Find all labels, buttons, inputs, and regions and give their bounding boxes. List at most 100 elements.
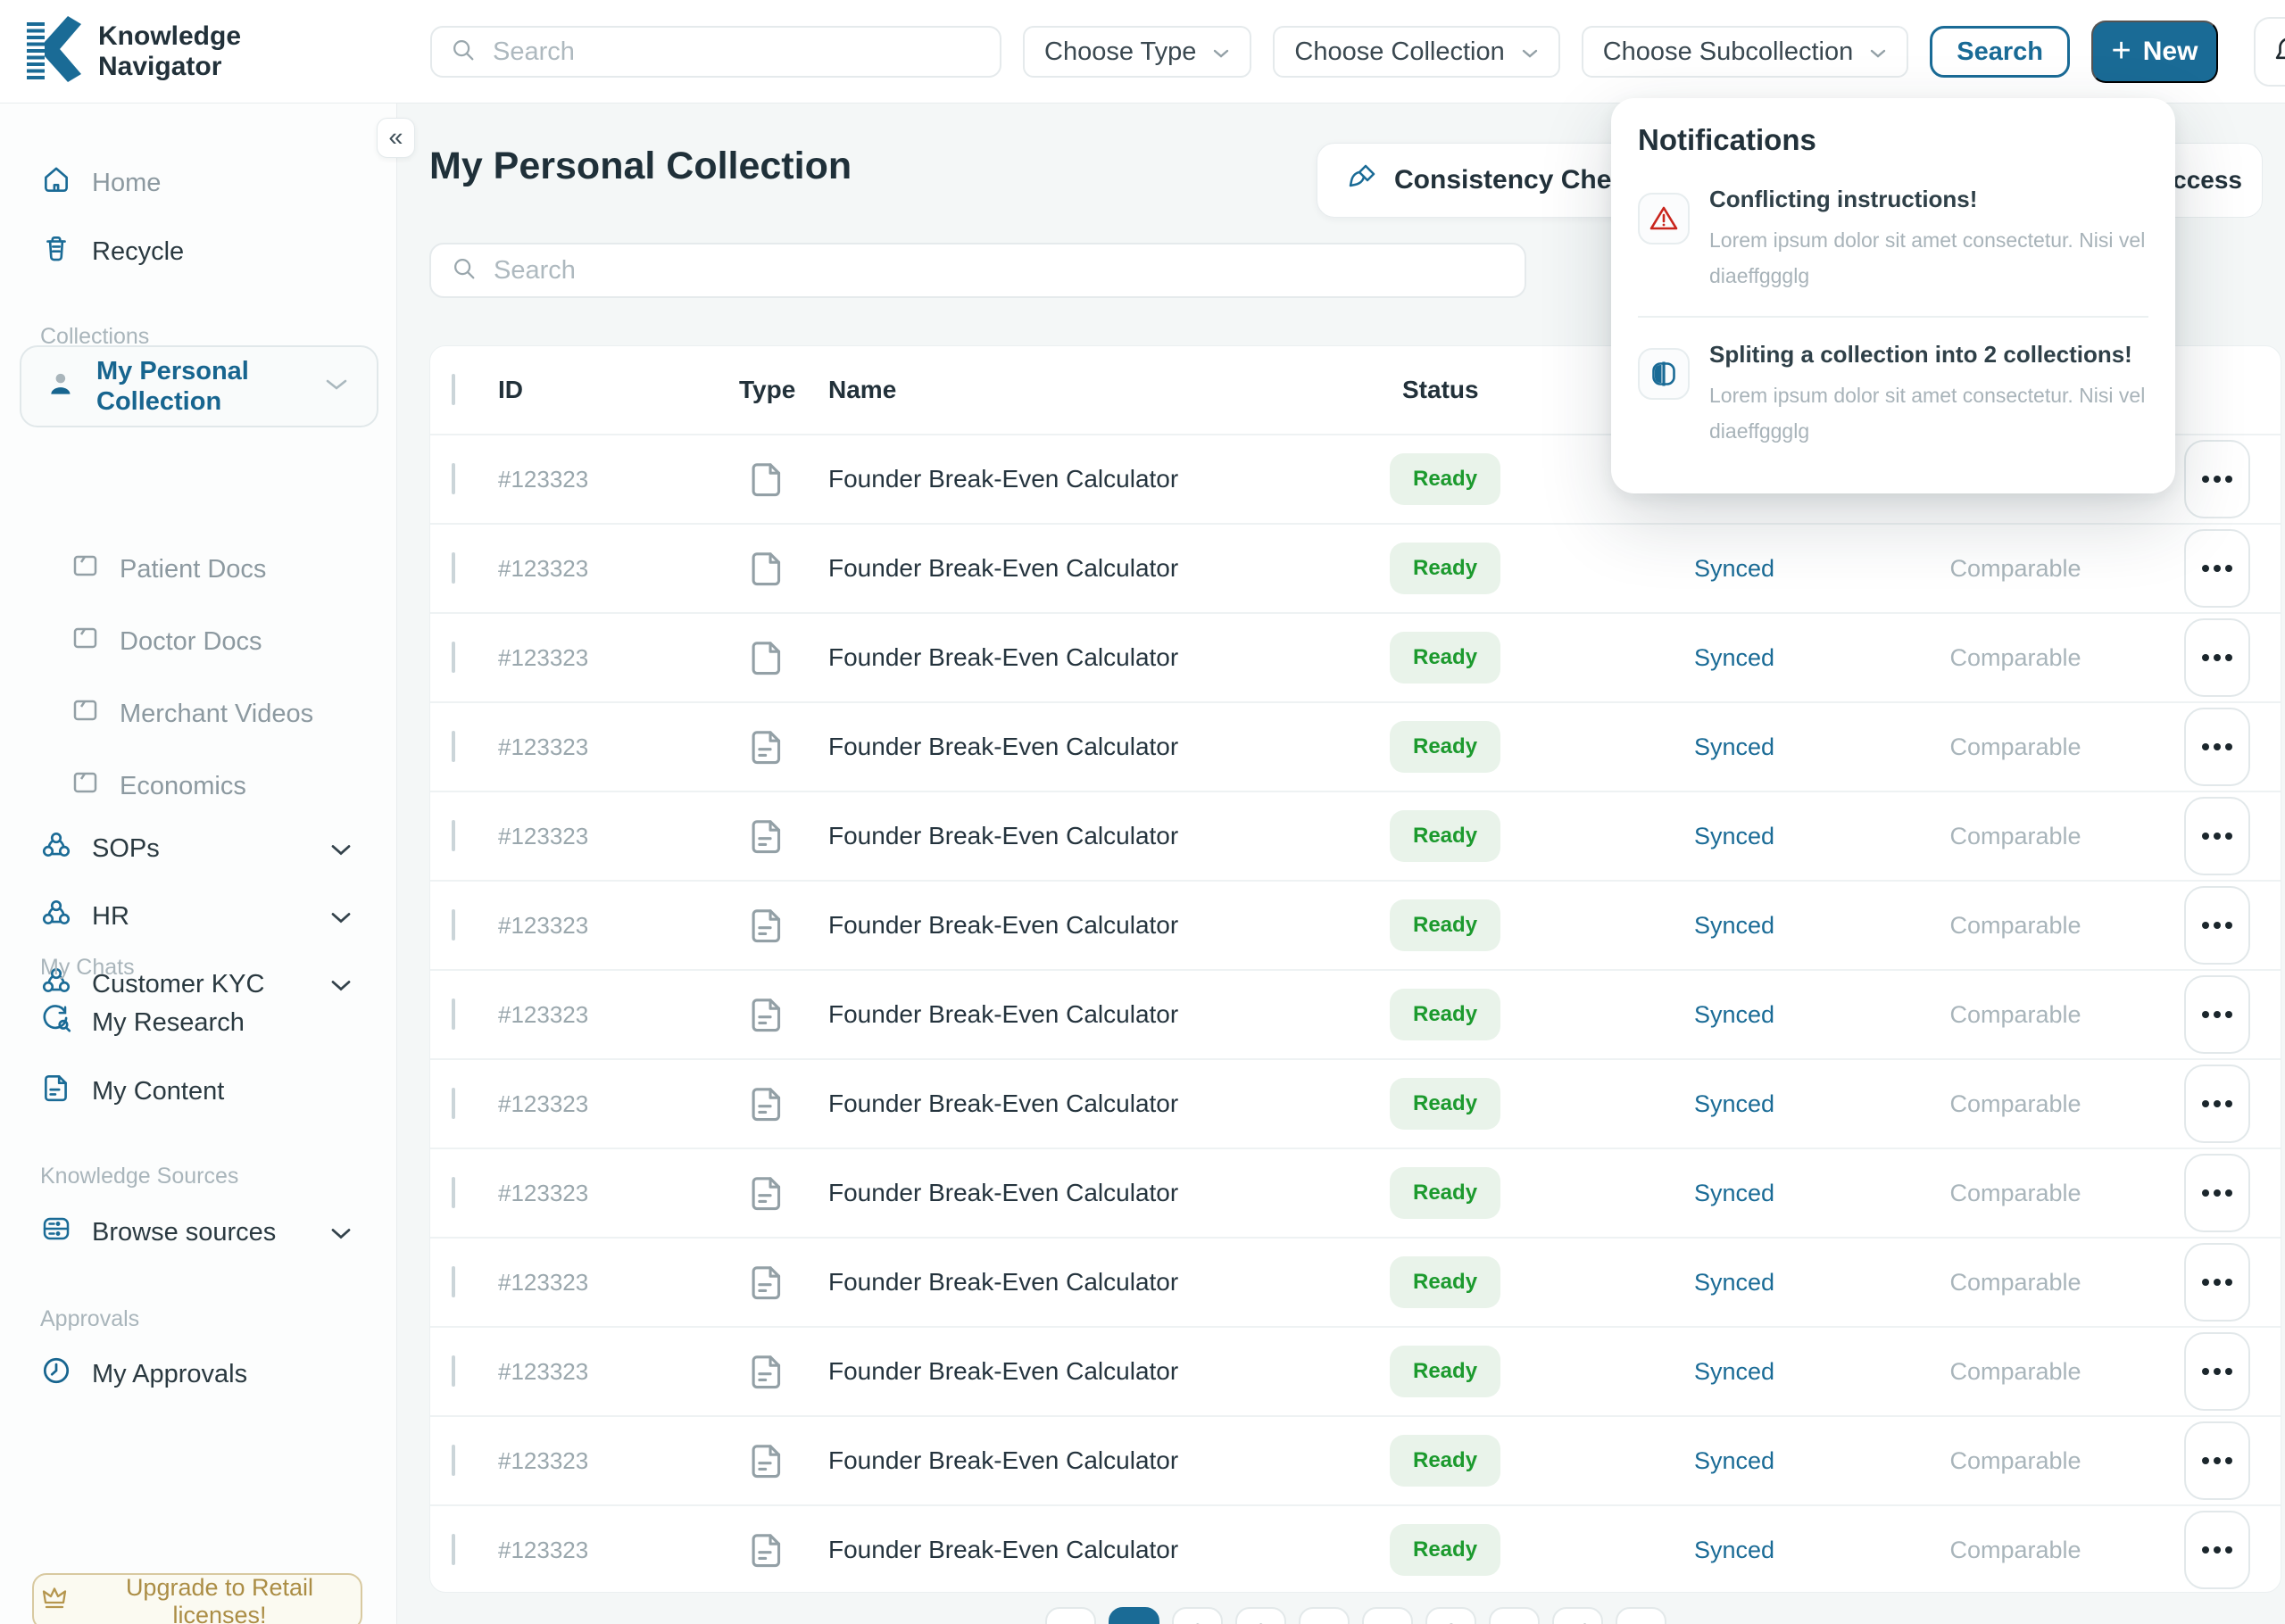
table-row: #123323 Founder Break-Even Calculator Re… [430,1237,2281,1326]
pagination-button[interactable]: 5 [1362,1607,1413,1624]
row-actions-button[interactable] [2184,1511,2250,1589]
row-sync-link[interactable]: Synced [1591,1537,1877,1564]
pagination-button[interactable]: ‹ [1045,1607,1096,1624]
sidebar-subfolder-item[interactable]: Merchant Videos [70,687,378,741]
row-actions-button[interactable] [2184,1154,2250,1232]
sidebar-section-my-chats: My Chats [40,955,135,980]
notification-item[interactable]: Conflicting instructions! Lorem ipsum do… [1638,162,2148,316]
sidebar-item-label: My Personal Collection [96,356,249,416]
row-checkbox[interactable] [452,909,455,940]
table-row: #123323 Founder Break-Even Calculator Re… [430,701,2281,791]
row-sync-link[interactable]: Synced [1591,823,1877,850]
search-button[interactable]: Search [1930,26,2070,78]
sidebar-item-my-content[interactable]: My Content [40,1065,378,1118]
upgrade-button[interactable]: Upgrade to Retail licenses! [32,1573,362,1624]
sidebar-subfolder-item[interactable]: Doctor Docs [70,615,378,668]
table-row: #123323 Founder Break-Even Calculator Re… [430,1326,2281,1415]
chevron-down-icon[interactable] [325,377,348,396]
search-icon [450,37,477,68]
status-badge: Ready [1390,632,1501,684]
file-text-icon [752,1266,781,1300]
pagination-button[interactable]: 1 [1109,1607,1159,1624]
sidebar-item-browse-sources[interactable]: Browse sources [40,1206,378,1259]
row-sync-link[interactable]: Synced [1591,1358,1877,1386]
row-actions-button[interactable] [2184,1421,2250,1500]
row-sync-link[interactable]: Synced [1591,1001,1877,1029]
pagination-button[interactable]: 4 [1299,1607,1350,1624]
row-actions-button[interactable] [2184,797,2250,875]
row-actions-button[interactable] [2184,1243,2250,1322]
pagination-button[interactable]: 12 [1552,1607,1603,1624]
row-sync-link[interactable]: Synced [1591,912,1877,940]
row-sync-link[interactable]: Synced [1591,644,1877,672]
row-sync-link[interactable]: Synced [1591,1269,1877,1297]
search-field[interactable] [491,36,982,68]
row-actions-button[interactable] [2184,440,2250,518]
row-actions-button[interactable] [2184,529,2250,608]
sidebar-group-item[interactable]: SOPs [40,822,378,875]
row-actions-button[interactable] [2184,975,2250,1054]
row-actions-button[interactable] [2184,886,2250,965]
more-actions-icon [2202,1457,2209,1464]
collection-search-field[interactable] [492,254,1505,286]
collection-search-input[interactable] [429,243,1526,298]
row-actions-button[interactable] [2184,1065,2250,1143]
sidebar-item-my-approvals[interactable]: My Approvals [40,1347,378,1401]
row-checkbox[interactable] [452,1445,455,1476]
status-badge: Ready [1390,1256,1501,1308]
choose-type-dropdown[interactable]: Choose Type [1023,26,1252,78]
pagination-button[interactable]: › [1616,1607,1666,1624]
sidebar-subfolder-item[interactable]: Patient Docs [70,543,378,596]
global-search-input[interactable] [430,26,1001,78]
row-checkbox[interactable] [452,998,455,1030]
sidebar-subfolder-item[interactable]: Economics [70,759,378,813]
notification-item[interactable]: Spliting a collection into 2 collections… [1638,315,2148,471]
row-checkbox[interactable] [452,1355,455,1387]
status-badge: Ready [1390,1078,1501,1130]
chevron-down-icon[interactable] [330,970,352,999]
row-checkbox[interactable] [452,1088,455,1119]
sidebar-collapse-button[interactable]: « [377,118,415,158]
pagination-button[interactable]: 2 [1172,1607,1223,1624]
row-sync-link[interactable]: Synced [1591,1090,1877,1118]
pagination-button[interactable]: 6 [1425,1607,1476,1624]
more-actions-icon [2202,1546,2209,1554]
row-sync-link[interactable]: Synced [1591,733,1877,761]
sidebar-item-home[interactable]: Home [40,156,378,210]
row-sync-link[interactable]: Synced [1591,555,1877,583]
row-checkbox[interactable] [452,642,455,673]
row-actions-button[interactable] [2184,1332,2250,1411]
row-checkbox[interactable] [452,463,455,494]
more-actions-icon [2202,1100,2209,1107]
new-button[interactable]: + New [2090,21,2218,83]
select-all-checkbox[interactable] [452,374,455,405]
pagination-button[interactable]: 3 [1235,1607,1286,1624]
file-text-icon [752,820,781,854]
chevron-down-icon[interactable] [330,834,352,864]
sidebar-item-my-research[interactable]: My Research [40,996,378,1049]
pagination-button[interactable]: … [1489,1607,1540,1624]
chevron-down-icon[interactable] [330,902,352,932]
sidebar-group-item[interactable]: HR [40,890,378,943]
row-actions-button[interactable] [2184,618,2250,697]
row-checkbox[interactable] [452,1177,455,1208]
row-sync-link[interactable]: Synced [1591,1180,1877,1207]
chevron-down-icon[interactable] [330,1218,352,1247]
row-checkbox[interactable] [452,731,455,762]
sidebar-item-recycle[interactable]: Recycle [40,225,378,278]
row-checkbox[interactable] [452,820,455,851]
sidebar-item-label: SOPs [92,833,160,863]
row-checkbox[interactable] [452,552,455,584]
row-sync-link[interactable]: Synced [1591,1447,1877,1475]
sidebar-item-label: Economics [120,771,246,800]
sidebar-item-label: Browse sources [92,1217,277,1247]
notifications-button[interactable] [2253,17,2285,87]
row-checkbox[interactable] [452,1266,455,1297]
row-name: Founder Break-Even Calculator [828,554,1179,582]
sidebar-item-my-personal-collection[interactable]: My Personal Collection [20,345,378,427]
row-actions-button[interactable] [2184,708,2250,786]
more-actions-icon [2202,476,2209,483]
choose-collection-dropdown[interactable]: Choose Collection [1273,26,1560,78]
choose-subcollection-dropdown[interactable]: Choose Subcollection [1581,26,1909,78]
row-checkbox[interactable] [452,1534,455,1565]
